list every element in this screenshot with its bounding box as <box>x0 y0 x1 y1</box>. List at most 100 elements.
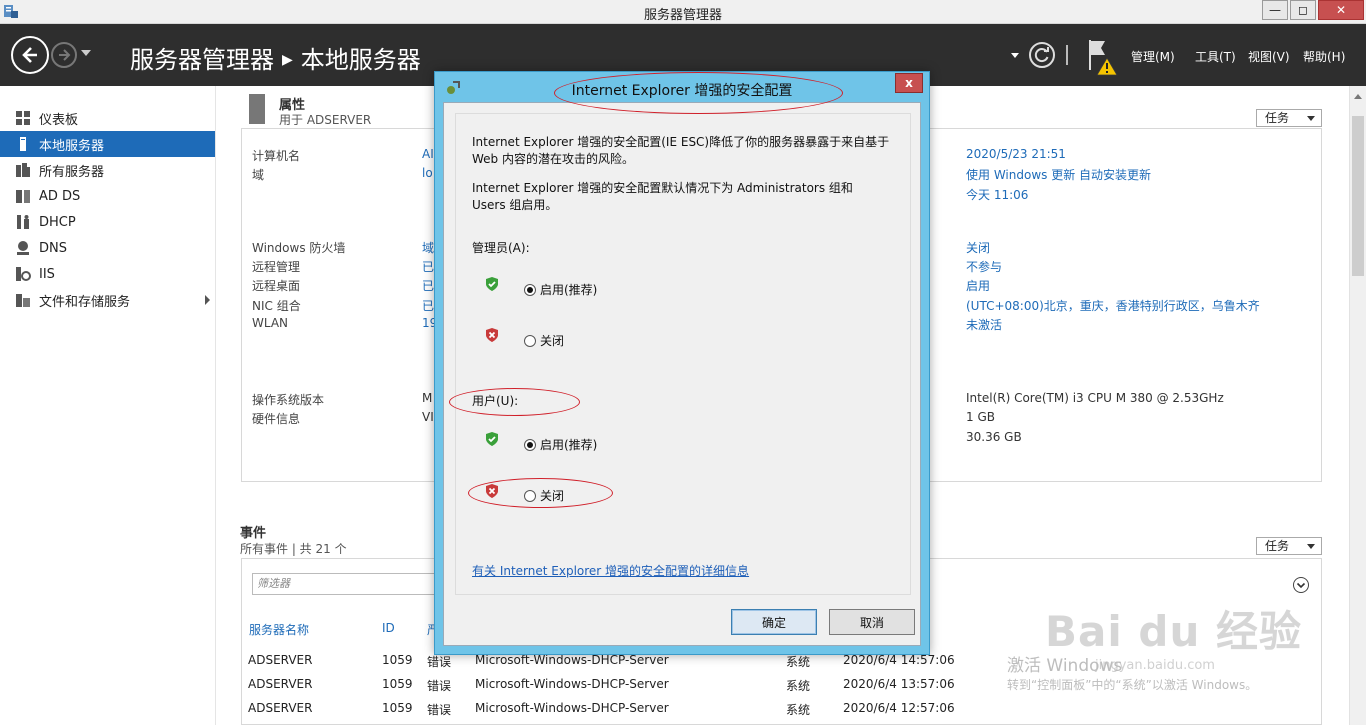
menu-help[interactable]: 帮助(H) <box>1303 48 1345 65</box>
window-title: 服务器管理器 <box>643 8 722 23</box>
sidebar-item-local-server[interactable]: 本地服务器 <box>0 131 215 157</box>
event-cell-date: 2020/6/4 12:57:06 <box>843 701 955 715</box>
event-cell-date: 2020/6/4 14:57:06 <box>843 653 955 667</box>
minimize-button[interactable]: — <box>1262 0 1288 20</box>
prop-value-timezone[interactable]: (UTC+08:00)北京，重庆，香港特别行政区，乌鲁木齐 <box>966 297 1260 314</box>
admin-disable-radio[interactable]: 关闭 <box>524 332 564 349</box>
prop-value-hardware: VI <box>422 410 434 424</box>
admin-enable-radio[interactable]: 启用(推荐) <box>524 281 597 298</box>
dialog-close-button[interactable]: x <box>895 73 923 93</box>
chevron-down-icon <box>1296 582 1306 589</box>
tasks-label: 任务 <box>1265 111 1290 125</box>
activate-windows-title: 激活 Windows <box>1007 656 1123 676</box>
event-cell-date: 2020/6/4 13:57:06 <box>843 677 955 691</box>
cancel-button[interactable]: 取消 <box>829 609 915 635</box>
prop-value-memory: 1 GB <box>966 410 995 424</box>
properties-section-icon <box>249 94 265 124</box>
sidebar-item-dns[interactable]: DNS <box>0 235 215 261</box>
users-enable-label: 启用(推荐) <box>540 438 598 452</box>
users-enable-radio[interactable]: 启用(推荐) <box>524 436 597 453</box>
event-cell-id: 1059 <box>382 653 413 667</box>
close-button[interactable]: ✕ <box>1318 0 1364 20</box>
prop-label-os-version: 操作系统版本 <box>252 393 325 407</box>
events-subtitle: 所有事件 | 共 21 个 <box>240 542 347 556</box>
prop-value-nic-teaming[interactable]: 已 <box>422 297 434 314</box>
sidebar-item-file-storage[interactable]: 文件和存储服务 <box>0 287 215 313</box>
prop-value-activation[interactable]: 未激活 <box>966 316 1002 333</box>
annotation-ellipse-users <box>449 388 580 416</box>
chevron-down-icon <box>1307 544 1315 549</box>
adds-icon <box>16 190 30 203</box>
event-cell-severity: 错误 <box>427 703 452 717</box>
sidebar-item-label: 文件和存储服务 <box>39 294 131 310</box>
prop-value-feedback[interactable]: 不参与 <box>966 258 1002 275</box>
shield-x-icon <box>486 328 498 342</box>
event-cell-log: 系统 <box>786 679 811 693</box>
prop-label-firewall: Windows 防火墙 <box>252 241 346 255</box>
shield-check-icon <box>486 277 498 291</box>
forward-button[interactable] <box>51 42 77 68</box>
window-titlebar: 服务器管理器 — ◻ ✕ <box>0 0 1366 24</box>
expand-button[interactable] <box>1293 577 1309 593</box>
admin-disable-label: 关闭 <box>540 334 565 348</box>
prop-value-ie-esc[interactable]: 关闭 <box>966 239 990 256</box>
sidebar-item-all-servers[interactable]: 所有服务器 <box>0 157 215 183</box>
header-dropdown-icon[interactable] <box>1011 53 1019 58</box>
ie-esc-details-link[interactable]: 有关 Internet Explorer 增强的安全配置的详细信息 <box>472 562 749 579</box>
prop-value-domain[interactable]: lo <box>422 166 433 180</box>
maximize-button[interactable]: ◻ <box>1290 0 1316 20</box>
prop-value-computer-name[interactable]: AI <box>422 147 434 161</box>
event-cell-id: 1059 <box>382 677 413 691</box>
event-cell-server: ADSERVER <box>248 653 313 667</box>
column-header-server[interactable]: 服务器名称 <box>249 621 309 638</box>
sidebar-item-label: 本地服务器 <box>39 138 105 154</box>
dialog-paragraph-2-line-1: Internet Explorer 增强的安全配置默认情况下为 Administ… <box>472 181 853 195</box>
back-button[interactable] <box>11 36 49 74</box>
menu-view[interactable]: 视图(V) <box>1248 48 1290 65</box>
prop-value-windows-update[interactable]: 使用 Windows 更新 自动安装更新 <box>966 166 1151 183</box>
notification-flag-icon[interactable] <box>1087 38 1119 76</box>
event-cell-source: Microsoft-Windows-DHCP-Server <box>475 653 669 667</box>
column-header-id[interactable]: ID <box>382 621 395 635</box>
scroll-up-icon[interactable] <box>1354 94 1362 99</box>
breadcrumb-root[interactable]: 服务器管理器 <box>130 46 274 74</box>
dns-icon <box>17 241 29 255</box>
dialog-paragraph-2-line-2: Users 组启用。 <box>472 198 558 212</box>
refresh-button[interactable] <box>1029 42 1055 68</box>
radio-selected-icon <box>524 283 536 296</box>
vertical-scrollbar[interactable] <box>1349 86 1366 725</box>
events-tasks-button[interactable]: 任务 <box>1256 537 1322 555</box>
iis-icon <box>16 267 31 281</box>
history-dropdown-icon[interactable] <box>81 50 91 56</box>
sidebar: 仪表板 本地服务器 所有服务器 AD DS DHCP DNS IIS 文件和存储… <box>0 86 216 725</box>
sidebar-item-ad-ds[interactable]: AD DS <box>0 183 215 209</box>
prop-label-domain: 域 <box>252 168 265 182</box>
menu-tools[interactable]: 工具(T) <box>1195 48 1236 65</box>
menu-manage[interactable]: 管理(M) <box>1131 48 1175 65</box>
event-cell-source: Microsoft-Windows-DHCP-Server <box>475 677 669 691</box>
prop-value-os-version: M <box>422 391 433 405</box>
prop-value-ie-esc-users[interactable]: 启用 <box>966 277 990 294</box>
scrollbar-thumb[interactable] <box>1352 116 1364 276</box>
prop-value-remote-management[interactable]: 已 <box>422 258 434 275</box>
event-cell-log: 系统 <box>786 703 811 717</box>
sidebar-item-dashboard[interactable]: 仪表板 <box>0 105 215 131</box>
prop-value-last-updates[interactable]: 2020/5/23 21:51 <box>966 147 1066 161</box>
chevron-right-icon[interactable] <box>205 295 210 305</box>
dialog-body: Internet Explorer 增强的安全配置(IE ESC)降低了你的服务… <box>443 102 921 646</box>
sidebar-item-dhcp[interactable]: DHCP <box>0 209 215 235</box>
sidebar-item-label: 所有服务器 <box>39 164 105 180</box>
ok-button[interactable]: 确定 <box>731 609 817 635</box>
radio-selected-icon <box>524 438 536 451</box>
prop-value-last-check[interactable]: 今天 11:06 <box>966 186 1028 203</box>
properties-subtitle: 用于 ADSERVER <box>279 113 372 127</box>
sidebar-item-label: DNS <box>39 240 67 256</box>
prop-value-remote-desktop[interactable]: 已 <box>422 277 434 294</box>
sidebar-item-iis[interactable]: IIS <box>0 261 215 287</box>
properties-tasks-button[interactable]: 任务 <box>1256 109 1322 127</box>
activate-windows-subtitle: 转到“控制面板”中的“系统”以激活 Windows。 <box>1007 678 1258 692</box>
dialog-content-frame: Internet Explorer 增强的安全配置(IE ESC)降低了你的服务… <box>455 113 911 595</box>
dashboard-icon <box>16 111 30 125</box>
sidebar-item-label: 仪表板 <box>39 112 79 128</box>
prop-value-firewall[interactable]: 域 <box>422 239 434 256</box>
